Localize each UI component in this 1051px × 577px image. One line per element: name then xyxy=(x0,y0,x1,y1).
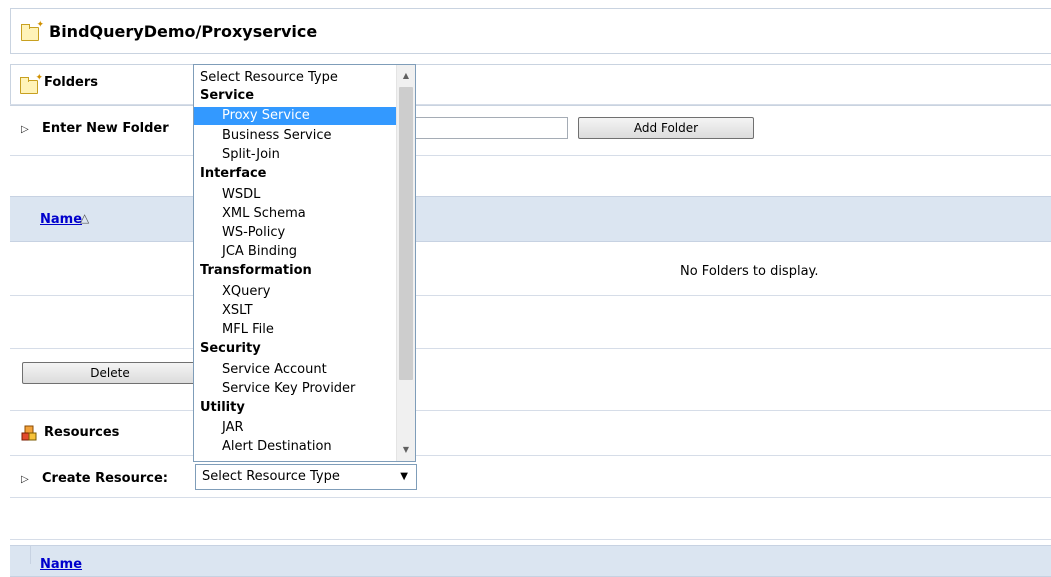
divider xyxy=(10,348,1051,349)
enter-new-folder-label: Enter New Folder xyxy=(42,121,169,136)
breadcrumb-bar: BindQueryDemo/Proxyservice xyxy=(10,8,1051,54)
resource-type-select-value: Select Resource Type xyxy=(202,469,340,484)
dropdown-scrollbar[interactable]: ▲ ▼ xyxy=(396,65,415,461)
dropdown-option-xquery[interactable]: XQuery xyxy=(194,283,415,301)
folder-icon xyxy=(21,20,44,41)
resource-type-select[interactable]: Select Resource Type ▼ xyxy=(195,464,417,490)
sort-ascending-icon[interactable]: △ xyxy=(80,211,89,225)
add-folder-button[interactable]: Add Folder xyxy=(578,117,754,139)
dropdown-group-transformation: Transformation xyxy=(200,263,312,278)
scroll-down-arrow-icon[interactable]: ▼ xyxy=(397,441,415,459)
dropdown-group-service: Service xyxy=(200,88,255,103)
divider xyxy=(10,497,1051,498)
divider xyxy=(10,455,1051,456)
create-resource-label: Create Resource: xyxy=(42,471,168,486)
dropdown-option-service-key-provider[interactable]: Service Key Provider xyxy=(194,380,415,398)
delete-folder-button[interactable]: Delete xyxy=(22,362,198,384)
expand-triangle-icon[interactable]: ▷ xyxy=(21,124,29,135)
folders-section-header xyxy=(10,64,1051,106)
dropdown-option-ws-policy[interactable]: WS-Policy xyxy=(194,224,415,242)
divider xyxy=(10,539,1051,540)
expand-triangle-icon[interactable]: ▷ xyxy=(21,474,29,485)
dropdown-option-placeholder[interactable]: Select Resource Type xyxy=(194,68,400,87)
resources-icon xyxy=(21,425,37,441)
dropdown-group-utility: Utility xyxy=(200,400,245,415)
folder-icon xyxy=(20,73,43,94)
resource-type-dropdown-list[interactable]: Select Resource Type Service Proxy Servi… xyxy=(193,64,416,462)
dropdown-option-proxy-service[interactable]: Proxy Service xyxy=(194,107,415,125)
dropdown-option-wsdl[interactable]: WSDL xyxy=(194,186,415,204)
dropdown-option-xml-schema[interactable]: XML Schema xyxy=(194,205,415,223)
page-title: BindQueryDemo/Proxyservice xyxy=(49,22,318,41)
dropdown-option-jar[interactable]: JAR xyxy=(194,419,415,437)
divider xyxy=(10,104,1051,105)
dropdown-option-mfl-file[interactable]: MFL File xyxy=(194,321,415,339)
chevron-down-icon[interactable]: ▼ xyxy=(400,465,408,489)
divider xyxy=(10,295,1051,296)
new-folder-input[interactable] xyxy=(410,117,568,139)
resources-grid-separator xyxy=(30,545,31,564)
scrollbar-thumb[interactable] xyxy=(399,87,413,380)
dropdown-group-security: Security xyxy=(200,341,261,356)
dropdown-option-jca-binding[interactable]: JCA Binding xyxy=(194,243,415,261)
dropdown-option-service-account[interactable]: Service Account xyxy=(194,361,415,379)
scroll-up-arrow-icon[interactable]: ▲ xyxy=(397,67,415,85)
folders-title: Folders xyxy=(44,75,99,90)
folders-name-column-link[interactable]: Name xyxy=(40,212,82,227)
folders-grid-header xyxy=(10,196,1051,242)
resources-title: Resources xyxy=(44,425,120,440)
dropdown-option-business-service[interactable]: Business Service xyxy=(194,127,415,145)
dropdown-group-interface: Interface xyxy=(200,166,267,181)
resources-grid-header xyxy=(10,545,1051,577)
dropdown-option-alert-destination[interactable]: Alert Destination xyxy=(194,438,415,456)
resources-name-column-link[interactable]: Name xyxy=(40,557,82,572)
empty-folders-message: No Folders to display. xyxy=(680,264,819,279)
divider xyxy=(10,155,1051,156)
dropdown-option-split-join[interactable]: Split-Join xyxy=(194,146,415,164)
divider xyxy=(10,410,1051,411)
dropdown-option-xslt[interactable]: XSLT xyxy=(194,302,415,320)
